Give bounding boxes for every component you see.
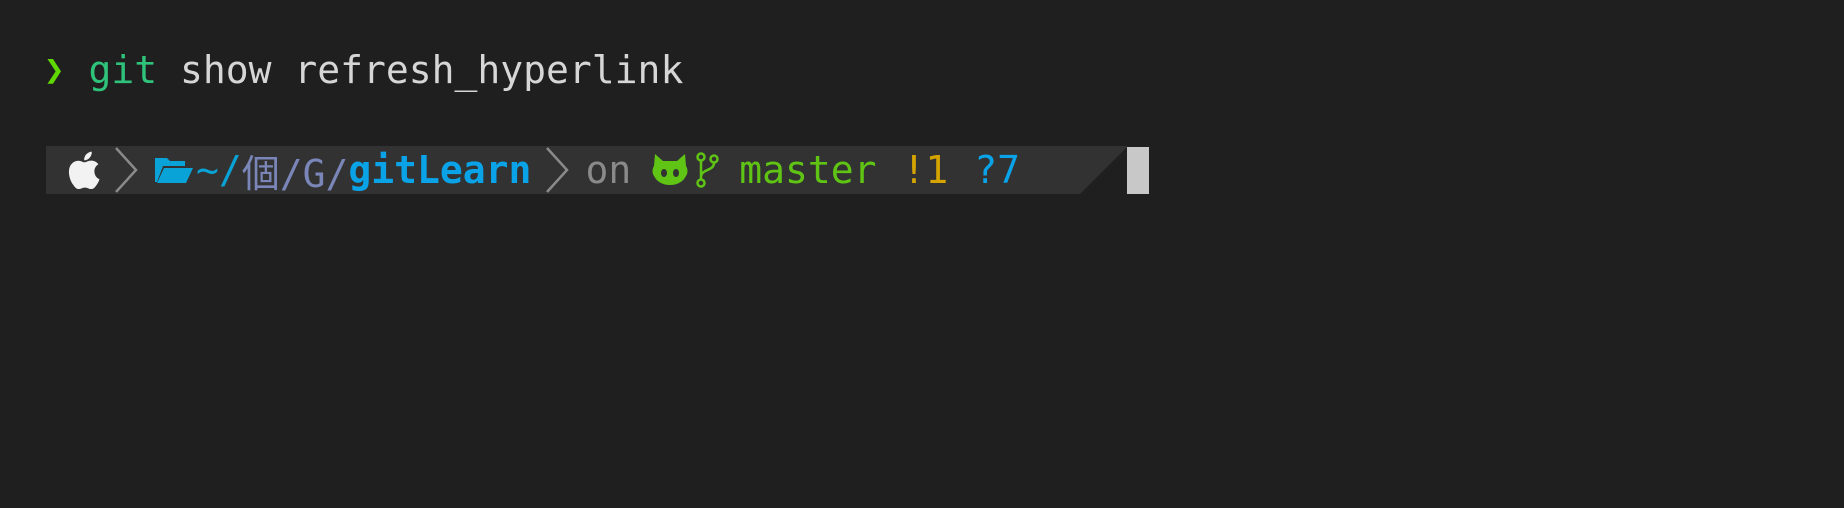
- git-branch-name: master: [739, 148, 877, 192]
- segment-separator-icon: [115, 147, 138, 193]
- vcs-segment: on master !1 ?7: [585, 146, 1020, 194]
- command-name: git: [88, 48, 158, 92]
- folder-open-icon: [155, 158, 193, 183]
- os-segment: [46, 146, 100, 194]
- path-segment: ~/個/G/gitLearn: [154, 146, 532, 196]
- prompt-symbol: ❯: [44, 50, 65, 90]
- git-branch-icon: [696, 152, 719, 188]
- text-cursor[interactable]: [1127, 147, 1149, 194]
- path-current-directory: gitLearn: [348, 148, 532, 192]
- apple-icon: [68, 151, 100, 189]
- prompt-segment-end: [1080, 146, 1128, 194]
- github-cat-icon: [652, 154, 688, 185]
- path-home: ~/: [196, 148, 242, 192]
- git-untracked-count: ?7: [974, 148, 1021, 192]
- shell-prompt: ~/個/G/gitLearn on master !1 ?7: [46, 146, 1020, 196]
- previous-command-line: ❯ git show refresh_hyperlink: [44, 44, 683, 96]
- command-args: show refresh_hyperlink: [157, 48, 684, 92]
- path-middle: 個/G/: [241, 151, 349, 196]
- vcs-on-label: on: [585, 148, 632, 192]
- segment-separator-icon: [546, 147, 570, 193]
- git-modified-count: !1: [902, 148, 949, 192]
- terminal-window[interactable]: ❯ git show refresh_hyperlink ~/個/G/gitLea…: [0, 0, 1844, 508]
